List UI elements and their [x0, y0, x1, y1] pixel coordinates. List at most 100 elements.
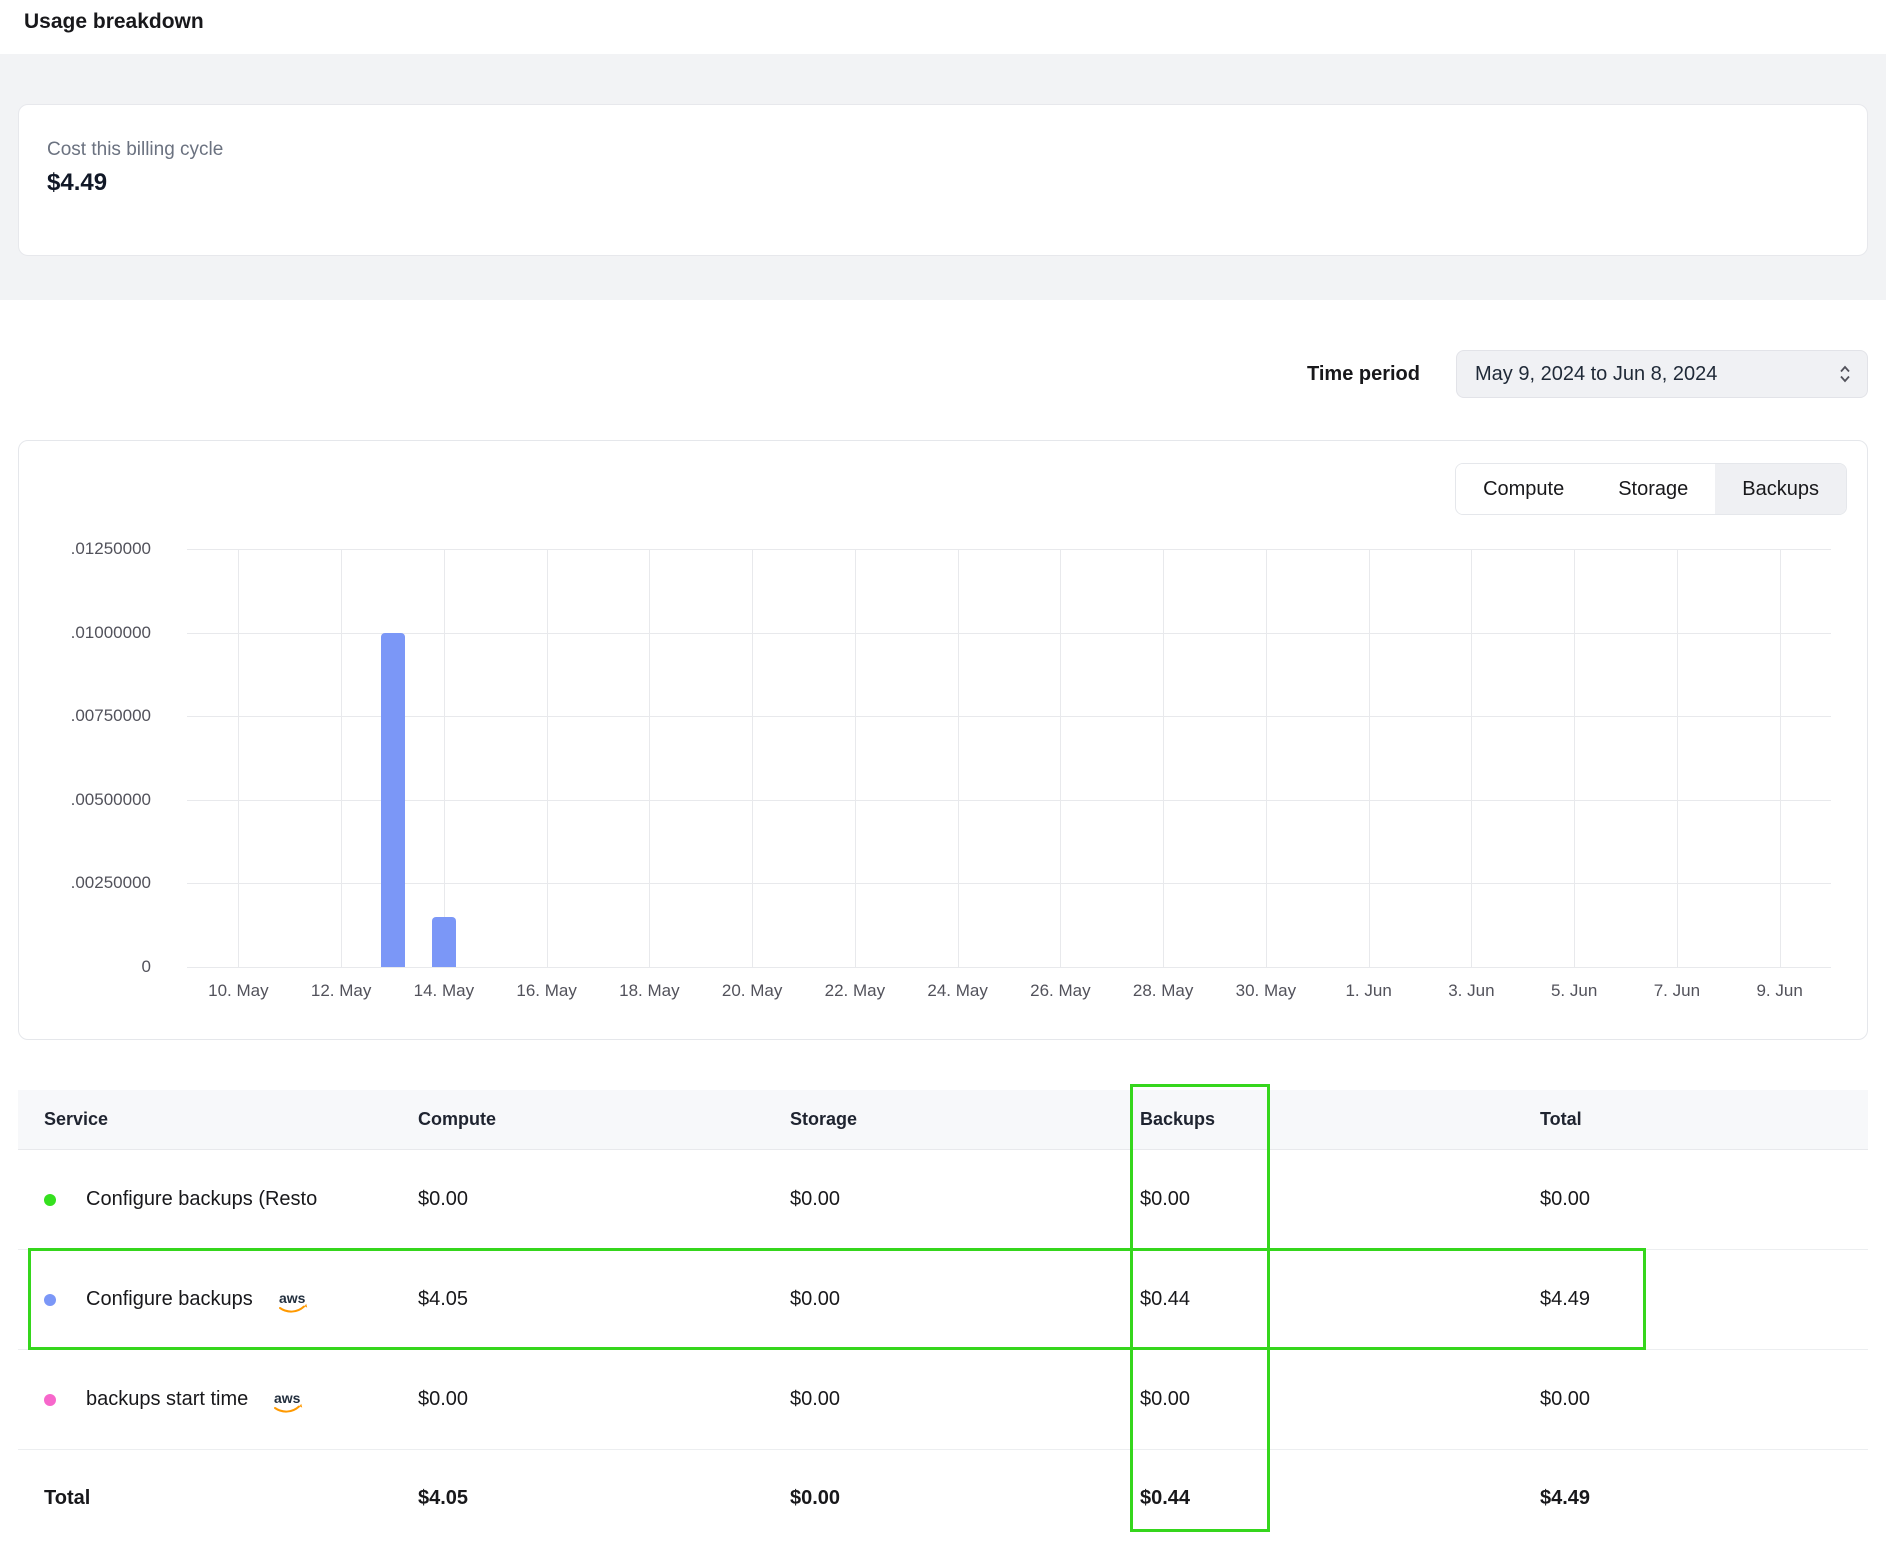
tab-compute[interactable]: Compute [1456, 464, 1591, 514]
cell-storage: $0.00 [790, 1388, 1140, 1411]
time-period-value: May 9, 2024 to Jun 8, 2024 [1475, 363, 1717, 386]
y-tick-label: .01000000 [71, 623, 151, 643]
chart-bar [381, 633, 405, 967]
service-name: backups start time [86, 1388, 248, 1411]
table-row-total: Total $4.05 $0.00 $0.44 $4.49 [18, 1450, 1868, 1546]
svg-text:aws: aws [279, 1290, 306, 1306]
cell-backups-total: $0.44 [1140, 1487, 1540, 1510]
gridline-h [187, 967, 1831, 968]
service-dot-blue [44, 1294, 56, 1306]
svg-text:aws: aws [274, 1390, 301, 1406]
chart-plot [187, 549, 1831, 967]
x-tick-label: 18. May [619, 981, 679, 1001]
cell-compute: $4.05 [418, 1288, 790, 1311]
y-tick-label: .01250000 [71, 539, 151, 559]
service-name: Configure backups [86, 1288, 253, 1311]
x-tick-label: 5. Jun [1551, 981, 1597, 1001]
col-header-storage: Storage [790, 1109, 1140, 1130]
gridline-v [1677, 549, 1678, 967]
gridline-v [1266, 549, 1267, 967]
cell-backups: $0.00 [1140, 1388, 1540, 1411]
gridline-v [752, 549, 753, 967]
chart-bar [432, 917, 456, 967]
x-tick-label: 28. May [1133, 981, 1193, 1001]
gridline-v [958, 549, 959, 967]
gridline-v [341, 549, 342, 967]
time-period-select[interactable]: May 9, 2024 to Jun 8, 2024 [1456, 350, 1868, 398]
y-tick-label: .00250000 [71, 873, 151, 893]
metric-tab-group: Compute Storage Backups [1455, 463, 1847, 515]
billing-summary-section: Cost this billing cycle $4.49 [0, 54, 1886, 300]
gridline-v [649, 549, 650, 967]
chevron-updown-icon [1837, 363, 1853, 385]
gridline-h [187, 883, 1831, 884]
gridline-h [187, 716, 1831, 717]
aws-logo-icon: aws [270, 1390, 306, 1416]
service-name: Configure backups (Resto [86, 1188, 317, 1211]
cell-storage-total: $0.00 [790, 1487, 1140, 1510]
tab-backups[interactable]: Backups [1715, 464, 1846, 514]
col-header-service: Service [44, 1109, 418, 1130]
cell-total-total: $4.49 [1540, 1487, 1868, 1510]
y-tick-label: .00750000 [71, 706, 151, 726]
tab-storage[interactable]: Storage [1591, 464, 1715, 514]
x-tick-label: 7. Jun [1654, 981, 1700, 1001]
time-period-label: Time period [1307, 363, 1420, 386]
chart-x-axis: 10. May12. May14. May16. May18. May20. M… [187, 981, 1831, 1007]
gridline-v [1163, 549, 1164, 967]
service-dot-green [44, 1194, 56, 1206]
page-title: Usage breakdown [0, 0, 1886, 36]
total-label: Total [44, 1487, 418, 1510]
gridline-v [855, 549, 856, 967]
cell-compute: $0.00 [418, 1188, 790, 1211]
col-header-backups: Backups [1140, 1109, 1540, 1130]
gridline-v [238, 549, 239, 967]
gridline-v [1780, 549, 1781, 967]
gridline-h [187, 633, 1831, 634]
cell-total: $4.49 [1540, 1288, 1868, 1311]
cell-storage: $0.00 [790, 1288, 1140, 1311]
y-tick-label: 0 [142, 957, 151, 977]
backups-bar-chart: .01250000.01000000.00750000.00500000.002… [39, 549, 1847, 1017]
cell-backups: $0.44 [1140, 1288, 1540, 1311]
table-row-configure-backups: Configure backups aws $4.05 $0.00 $0.44 … [18, 1250, 1868, 1350]
gridline-h [187, 800, 1831, 801]
gridline-v [547, 549, 548, 967]
x-tick-label: 16. May [516, 981, 576, 1001]
gridline-v [1574, 549, 1575, 967]
cell-compute: $0.00 [418, 1388, 790, 1411]
x-tick-label: 9. Jun [1756, 981, 1802, 1001]
billing-cycle-label: Cost this billing cycle [47, 137, 1839, 163]
y-tick-label: .00500000 [71, 790, 151, 810]
x-tick-label: 22. May [825, 981, 885, 1001]
billing-cycle-amount: $4.49 [47, 169, 1839, 197]
col-header-compute: Compute [418, 1109, 790, 1130]
cell-total: $0.00 [1540, 1388, 1868, 1411]
aws-logo-icon: aws [275, 1290, 311, 1316]
table-row-configure-backups-restored: Configure backups (Resto $0.00 $0.00 $0.… [18, 1150, 1868, 1250]
cell-total: $0.00 [1540, 1188, 1868, 1211]
x-tick-label: 30. May [1236, 981, 1296, 1001]
x-tick-label: 1. Jun [1345, 981, 1391, 1001]
table-header-row: Service Compute Storage Backups Total [18, 1090, 1868, 1150]
chart-y-axis: .01250000.01000000.00750000.00500000.002… [39, 549, 151, 967]
cell-backups: $0.00 [1140, 1188, 1540, 1211]
time-period-row: Time period May 9, 2024 to Jun 8, 2024 [18, 350, 1868, 398]
col-header-total: Total [1540, 1109, 1868, 1130]
gridline-v [1471, 549, 1472, 967]
gridline-v [1060, 549, 1061, 967]
x-tick-label: 12. May [311, 981, 371, 1001]
gridline-v [1369, 549, 1370, 967]
gridline-h [187, 549, 1831, 550]
x-tick-label: 26. May [1030, 981, 1090, 1001]
x-tick-label: 3. Jun [1448, 981, 1494, 1001]
x-tick-label: 20. May [722, 981, 782, 1001]
x-tick-label: 14. May [414, 981, 474, 1001]
billing-summary-card: Cost this billing cycle $4.49 [18, 104, 1868, 256]
gridline-v [444, 549, 445, 967]
table-row-backups-start-time: backups start time aws $0.00 $0.00 $0.00… [18, 1350, 1868, 1450]
x-tick-label: 24. May [927, 981, 987, 1001]
cell-compute-total: $4.05 [418, 1487, 790, 1510]
service-dot-pink [44, 1394, 56, 1406]
cell-storage: $0.00 [790, 1188, 1140, 1211]
